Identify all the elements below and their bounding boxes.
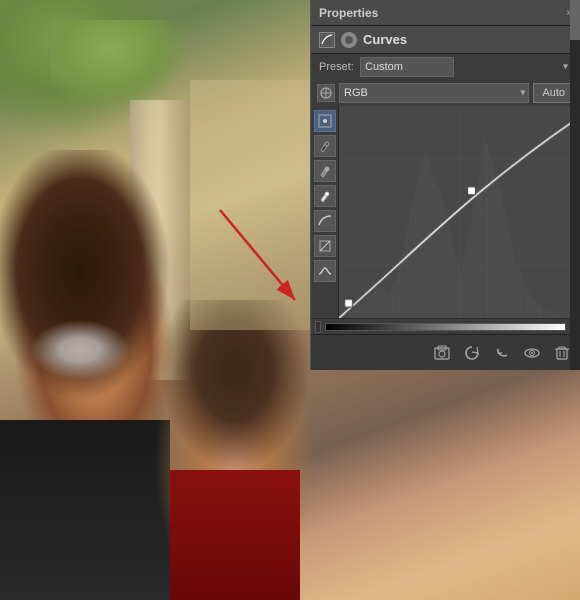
- input-gradient-strip: [311, 318, 580, 334]
- rgb-select-wrap: RGB Red Green Blue: [339, 83, 529, 103]
- panel-title: Properties: [319, 6, 566, 20]
- smooth-points-button[interactable]: [314, 260, 336, 282]
- histogram-display: [339, 106, 580, 318]
- tools-column: [311, 106, 339, 318]
- pencil-button[interactable]: [314, 235, 336, 257]
- point-tool-button[interactable]: [314, 110, 336, 132]
- channel-target-icon[interactable]: [317, 84, 335, 102]
- visibility-button[interactable]: [520, 341, 544, 365]
- bottom-toolbar: [311, 334, 580, 370]
- smooth-curve-button[interactable]: [314, 210, 336, 232]
- auto-button[interactable]: Auto: [533, 83, 574, 103]
- preset-label: Preset:: [319, 61, 354, 73]
- eyedropper-black-button[interactable]: [314, 135, 336, 157]
- channel-select[interactable]: RGB Red Green Blue: [339, 83, 529, 103]
- curves-title: Curves: [363, 32, 407, 47]
- curves-header: Curves: [311, 26, 580, 54]
- curves-panel-icon: [319, 32, 335, 48]
- create-snapshot-button[interactable]: [430, 341, 454, 365]
- eyedropper-white-button[interactable]: [314, 185, 336, 207]
- preset-row: Preset: Custom Default Strong Contrast M…: [311, 54, 580, 80]
- preset-select[interactable]: Custom Default Strong Contrast Medium Co…: [360, 57, 454, 77]
- black-point-slider[interactable]: [315, 321, 321, 333]
- preset-select-wrap: Custom Default Strong Contrast Medium Co…: [360, 57, 572, 77]
- scrollbar-thumb[interactable]: [570, 0, 580, 40]
- curves-canvas[interactable]: [339, 106, 580, 318]
- gradient-bar: [325, 323, 566, 331]
- reset-to-snapshot-button[interactable]: [460, 341, 484, 365]
- panel-header: Properties »: [311, 0, 580, 26]
- eyedropper-gray-button[interactable]: [314, 160, 336, 182]
- properties-panel: Properties » Curves Preset: Custom Defau…: [310, 0, 580, 370]
- panel-scrollbar[interactable]: [570, 0, 580, 370]
- rgb-row: RGB Red Green Blue Auto: [311, 80, 580, 106]
- undo-button[interactable]: [490, 341, 514, 365]
- curves-area: [311, 106, 580, 318]
- curves-circle-icon: [341, 32, 357, 48]
